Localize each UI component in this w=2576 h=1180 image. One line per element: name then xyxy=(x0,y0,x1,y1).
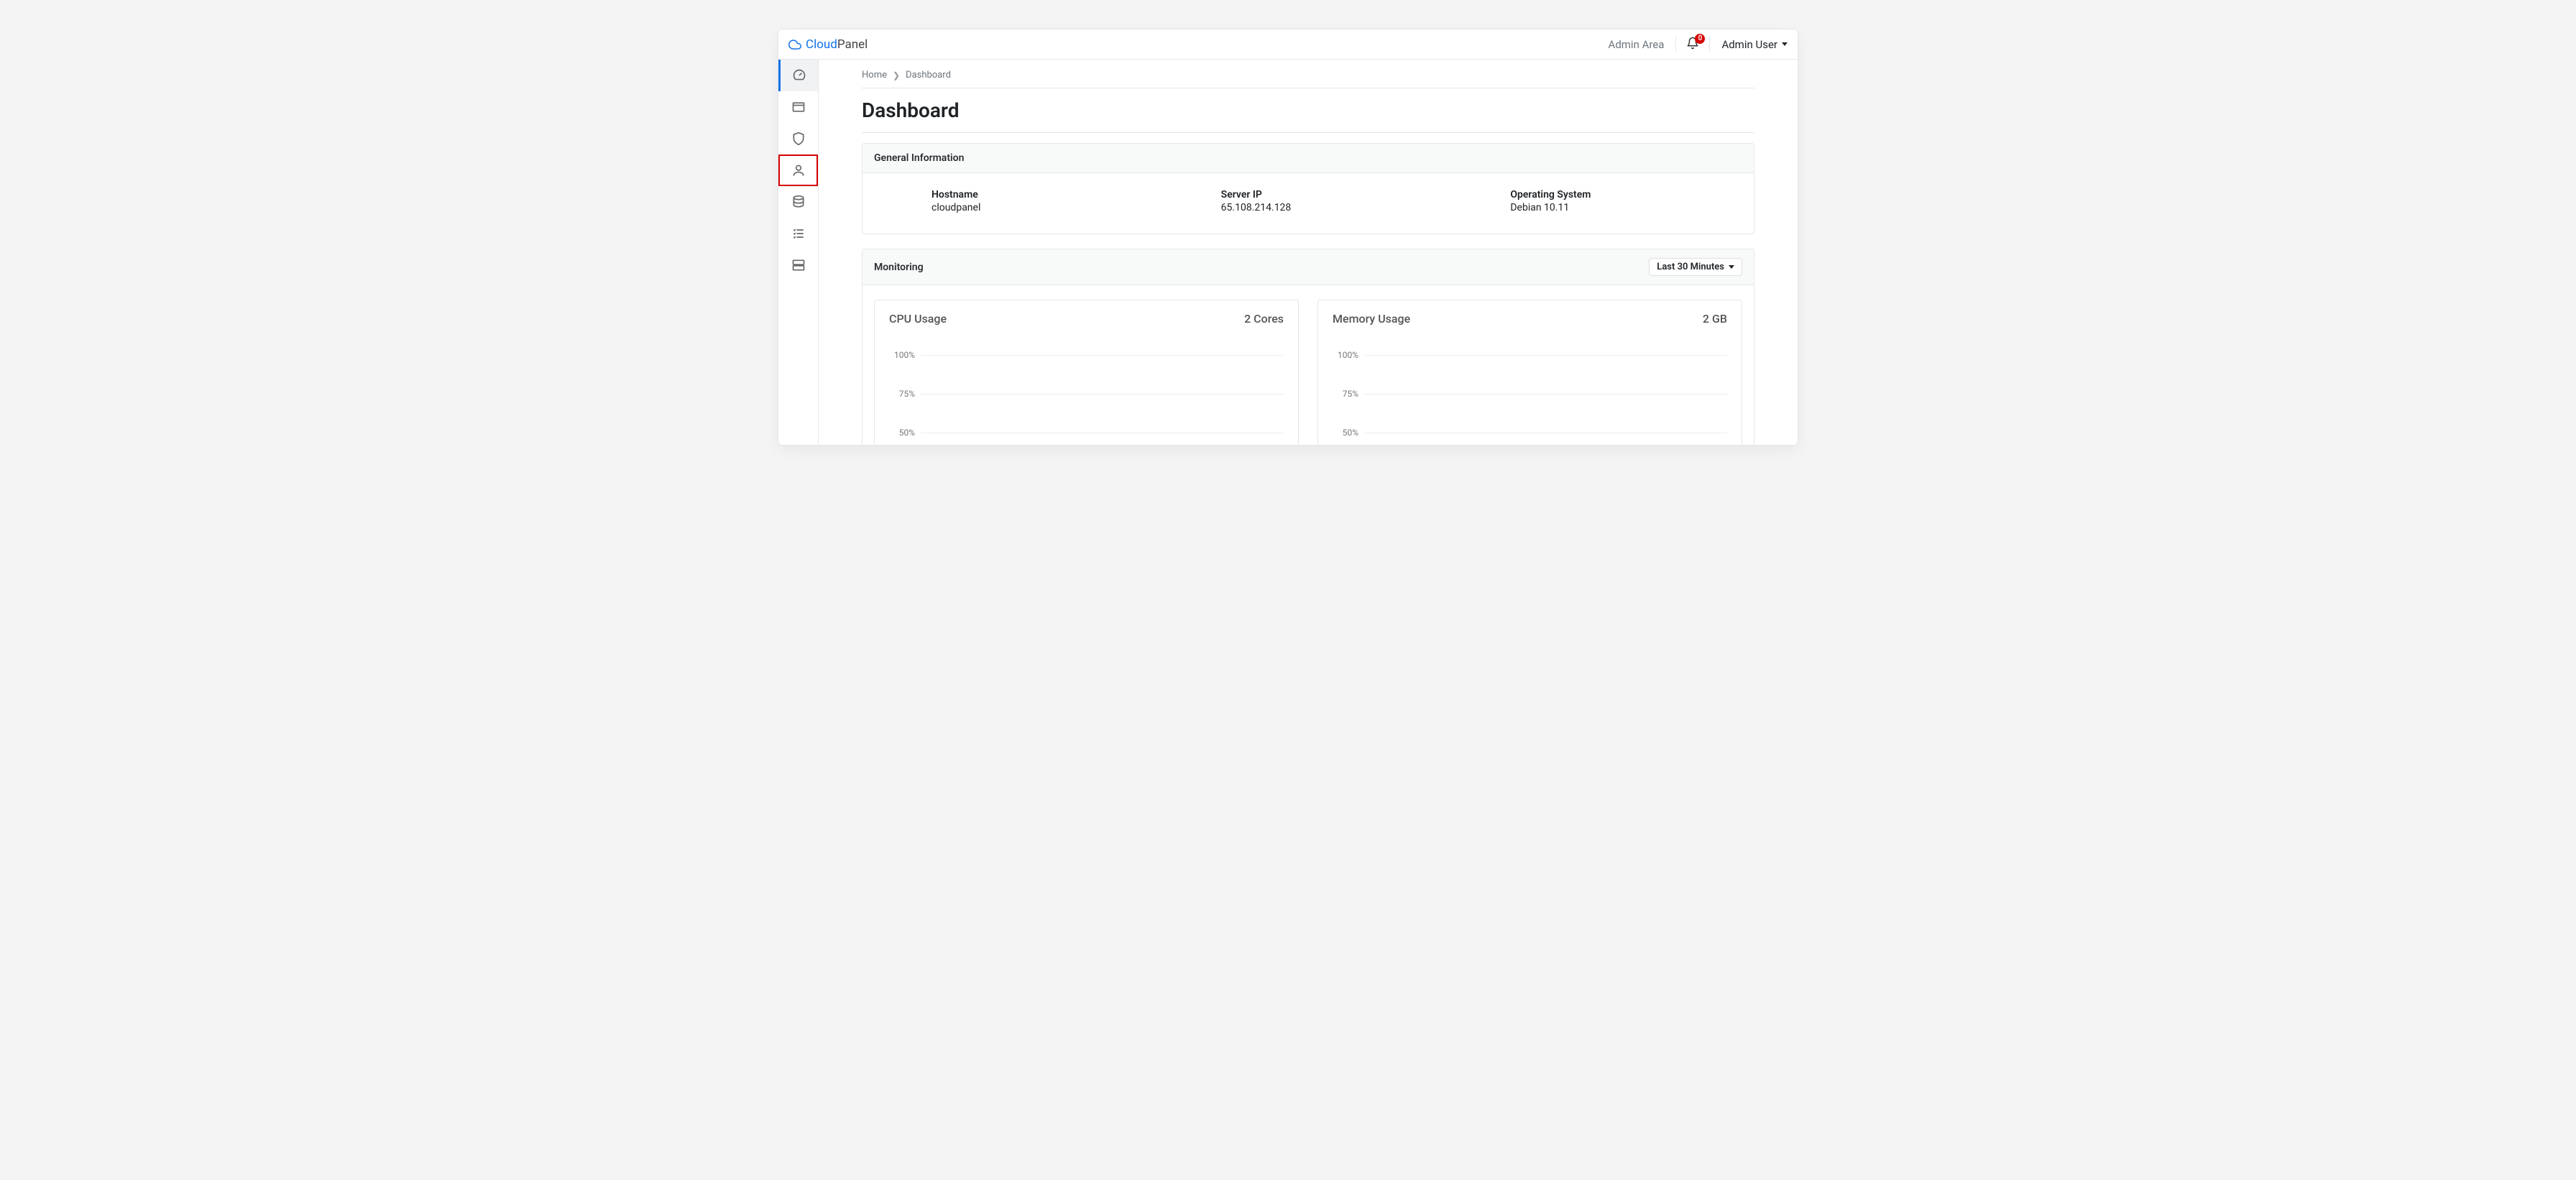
grid-line xyxy=(921,394,1284,395)
panel-header: Monitoring Last 30 Minutes xyxy=(862,249,1754,285)
panel-general-info: General Information Hostname cloudpanel … xyxy=(862,143,1754,234)
person-icon xyxy=(791,163,806,178)
page-title: Dashboard xyxy=(862,98,1754,122)
admin-area-link[interactable]: Admin Area xyxy=(1601,38,1672,51)
ytick-50: 50% xyxy=(1333,428,1364,438)
shield-icon xyxy=(791,132,806,146)
os-value: Debian 10.11 xyxy=(1510,202,1742,213)
notifications-badge: 0 xyxy=(1695,34,1705,44)
notifications-button[interactable]: 0 xyxy=(1680,37,1705,52)
list-icon xyxy=(791,226,806,241)
gauge-icon xyxy=(792,68,806,83)
user-menu[interactable]: Admin User xyxy=(1714,38,1788,51)
database-icon xyxy=(791,195,806,209)
server-icon xyxy=(791,258,806,272)
sidebar-item-sites[interactable] xyxy=(778,91,818,123)
chart-cpu: CPU Usage 2 Cores 100% 75% 50% xyxy=(874,300,1299,445)
caret-down-icon xyxy=(1729,265,1734,269)
chart-memory: Memory Usage 2 GB 100% 75% 50% xyxy=(1317,300,1742,445)
chart-title: Memory Usage xyxy=(1333,312,1410,326)
ytick-50: 50% xyxy=(889,428,921,438)
panel-title: Monitoring xyxy=(874,262,924,273)
sidebar xyxy=(778,60,819,445)
separator xyxy=(1675,37,1676,52)
time-range-select[interactable]: Last 30 Minutes xyxy=(1649,258,1742,276)
brand-text-panel: Panel xyxy=(837,37,868,52)
caret-down-icon xyxy=(1782,42,1788,46)
breadcrumb-current: Dashboard xyxy=(906,70,951,80)
app-window: CloudPanel Admin Area 0 Admin User xyxy=(778,29,1798,446)
breadcrumb: Home ❯ Dashboard xyxy=(862,70,1754,80)
ytick-75: 75% xyxy=(1333,389,1364,399)
ytick-100: 100% xyxy=(889,350,921,360)
os-label: Operating System xyxy=(1510,189,1742,200)
sidebar-item-databases[interactable] xyxy=(778,186,818,218)
grid-line xyxy=(1364,355,1727,356)
sidebar-item-dashboard[interactable] xyxy=(778,60,818,91)
sidebar-item-cron[interactable] xyxy=(778,218,818,249)
top-bar: CloudPanel Admin Area 0 Admin User xyxy=(778,29,1798,60)
server-ip-label: Server IP xyxy=(1221,189,1453,200)
panel-title: General Information xyxy=(874,152,964,164)
chart-subtitle: 2 Cores xyxy=(1244,312,1284,326)
server-ip-value: 65.108.214.128 xyxy=(1221,202,1453,213)
content: Home ❯ Dashboard Dashboard General Infor… xyxy=(819,60,1798,445)
chart-subtitle: 2 GB xyxy=(1703,312,1727,326)
time-range-label: Last 30 Minutes xyxy=(1657,262,1724,272)
sidebar-item-services[interactable] xyxy=(778,249,818,281)
sidebar-item-security[interactable] xyxy=(778,123,818,155)
body-area: Home ❯ Dashboard Dashboard General Infor… xyxy=(778,60,1798,445)
sidebar-item-users[interactable] xyxy=(778,155,818,186)
chart-title: CPU Usage xyxy=(889,312,947,326)
panel-header: General Information xyxy=(862,144,1754,173)
window-icon xyxy=(791,100,806,114)
cloud-icon xyxy=(788,38,801,51)
grid-line xyxy=(921,355,1284,356)
ytick-75: 75% xyxy=(889,389,921,399)
hostname-label: Hostname xyxy=(932,189,1164,200)
divider xyxy=(862,132,1754,133)
ytick-100: 100% xyxy=(1333,350,1364,360)
brand-text-cloud: Cloud xyxy=(806,37,837,52)
breadcrumb-home[interactable]: Home xyxy=(862,70,887,80)
brand-logo[interactable]: CloudPanel xyxy=(788,37,868,52)
grid-line xyxy=(1364,394,1727,395)
hostname-value: cloudpanel xyxy=(932,202,1164,213)
chevron-right-icon: ❯ xyxy=(893,70,900,80)
user-name: Admin User xyxy=(1721,38,1777,51)
separator xyxy=(1709,37,1710,52)
panel-monitoring: Monitoring Last 30 Minutes CPU Usage 2 C… xyxy=(862,249,1754,445)
